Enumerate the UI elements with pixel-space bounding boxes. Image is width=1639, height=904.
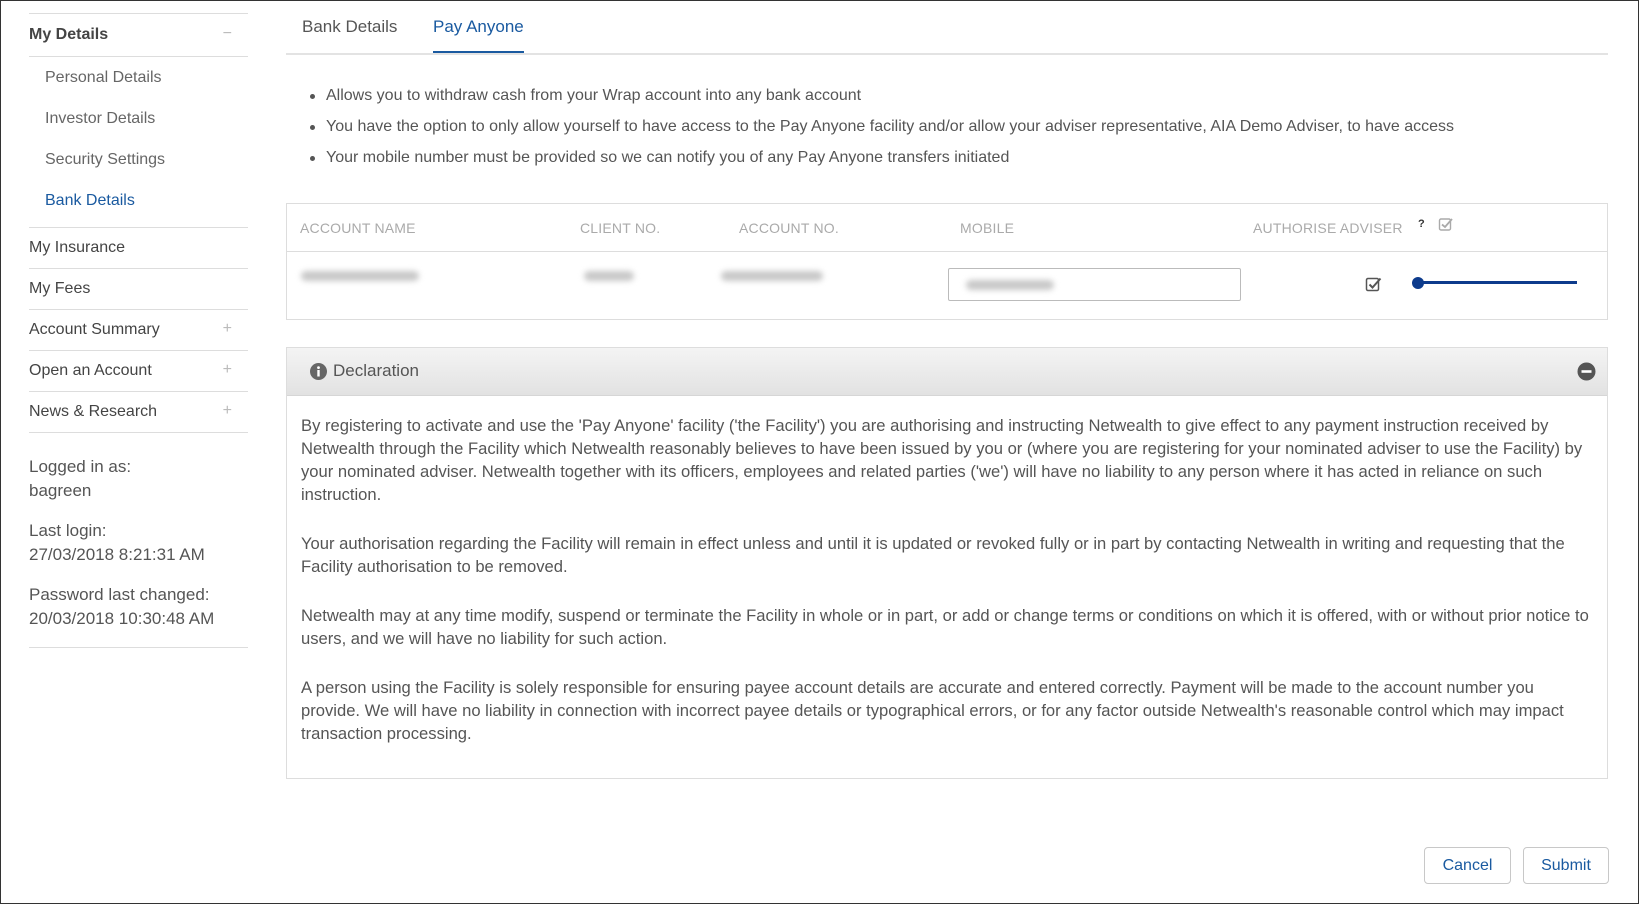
expand-icon[interactable]: + bbox=[223, 320, 232, 338]
mobile-field[interactable] bbox=[948, 268, 1241, 301]
list-item: Your mobile number must be provided so w… bbox=[310, 148, 1454, 179]
expand-icon[interactable]: + bbox=[223, 361, 232, 379]
column-header-client-no: CLIENT NO. bbox=[580, 220, 661, 236]
pay-anyone-table: ACCOUNT NAME CLIENT NO. ACCOUNT NO. MOBI… bbox=[286, 203, 1608, 320]
collapse-icon[interactable] bbox=[1577, 362, 1596, 381]
sidebar-item-my-fees[interactable]: My Fees bbox=[29, 269, 248, 310]
declaration-paragraph: A person using the Facility is solely re… bbox=[301, 678, 1564, 743]
column-header-account-no: ACCOUNT NO. bbox=[739, 220, 839, 236]
sidebar-item-security-settings[interactable]: Security Settings bbox=[29, 139, 248, 180]
redacted-mobile bbox=[966, 280, 1054, 290]
sidebar-item-label: Account Summary bbox=[29, 321, 160, 338]
list-item: Allows you to withdraw cash from your Wr… bbox=[310, 86, 1454, 117]
expand-icon[interactable]: + bbox=[223, 402, 232, 420]
help-icon[interactable]: ? bbox=[1418, 218, 1425, 230]
sidebar-sub-list: Personal Details Investor Details Securi… bbox=[29, 57, 248, 228]
sidebar-item-my-details[interactable]: My Details − bbox=[29, 14, 248, 57]
column-header-account-name: ACCOUNT NAME bbox=[300, 220, 416, 236]
info-icon bbox=[310, 363, 327, 380]
tab-pay-anyone[interactable]: Pay Anyone bbox=[433, 17, 524, 53]
slider-handle[interactable] bbox=[1412, 277, 1424, 289]
sidebar-item-label: My Details bbox=[29, 26, 109, 43]
sidebar-item-label: My Insurance bbox=[29, 239, 126, 256]
list-item: You have the option to only allow yourse… bbox=[310, 117, 1454, 148]
tab-bar: Bank Details Pay Anyone bbox=[286, 0, 1608, 55]
tab-bank-details[interactable]: Bank Details bbox=[302, 17, 397, 51]
submit-button[interactable]: Submit bbox=[1523, 847, 1609, 884]
declaration-paragraph: By registering to activate and use the '… bbox=[301, 416, 1583, 504]
declaration-panel: Declaration By registering to activate a… bbox=[286, 347, 1608, 779]
select-all-checkbox-icon[interactable] bbox=[1438, 216, 1454, 232]
redacted-account-name bbox=[301, 271, 419, 281]
sidebar-item-label: Open an Account bbox=[29, 362, 152, 379]
authorise-adviser-checkbox-icon[interactable] bbox=[1365, 275, 1383, 293]
sidebar-item-investor-details[interactable]: Investor Details bbox=[29, 98, 248, 139]
sidebar-item-account-summary[interactable]: Account Summary + bbox=[29, 310, 248, 351]
declaration-paragraph: Netwealth may at any time modify, suspen… bbox=[301, 606, 1589, 648]
logged-in-username: bagreen bbox=[29, 481, 92, 500]
declaration-title: Declaration bbox=[333, 361, 419, 380]
sidebar-item-personal-details[interactable]: Personal Details bbox=[29, 57, 248, 98]
password-changed-label: Password last changed: bbox=[29, 585, 210, 604]
sidebar-item-label: News & Research bbox=[29, 403, 158, 420]
slider-track bbox=[1417, 281, 1577, 284]
redacted-client-no bbox=[584, 271, 634, 281]
last-login-value: 27/03/2018 8:21:31 AM bbox=[29, 545, 205, 564]
last-login-label: Last login: bbox=[29, 521, 107, 540]
sidebar-item-news-research[interactable]: News & Research + bbox=[29, 392, 248, 433]
column-header-authorise-adviser: AUTHORISE ADVISER bbox=[1253, 220, 1403, 236]
login-info: Logged in as: bagreen Last login: 27/03/… bbox=[29, 433, 248, 648]
info-bullets: Allows you to withdraw cash from your Wr… bbox=[310, 86, 1454, 179]
sidebar-item-bank-details[interactable]: Bank Details bbox=[29, 180, 248, 221]
declaration-paragraph: Your authorisation regarding the Facilit… bbox=[301, 534, 1565, 576]
declaration-body: By registering to activate and use the '… bbox=[301, 414, 1591, 771]
sidebar-item-my-insurance[interactable]: My Insurance bbox=[29, 228, 248, 269]
password-changed-value: 20/03/2018 10:30:48 AM bbox=[29, 609, 215, 628]
cancel-button[interactable]: Cancel bbox=[1424, 847, 1511, 884]
sidebar-item-label: My Fees bbox=[29, 280, 91, 297]
sidebar-item-open-an-account[interactable]: Open an Account + bbox=[29, 351, 248, 392]
collapse-icon[interactable]: − bbox=[223, 25, 232, 43]
declaration-header[interactable]: Declaration bbox=[287, 348, 1607, 396]
sidebar: My Details − Personal Details Investor D… bbox=[29, 13, 248, 648]
redacted-account-no bbox=[721, 271, 823, 281]
table-header: ACCOUNT NAME CLIENT NO. ACCOUNT NO. MOBI… bbox=[287, 204, 1607, 252]
column-header-mobile: MOBILE bbox=[960, 220, 1015, 236]
adviser-access-slider[interactable] bbox=[1412, 273, 1577, 293]
logged-in-label: Logged in as: bbox=[29, 457, 132, 476]
